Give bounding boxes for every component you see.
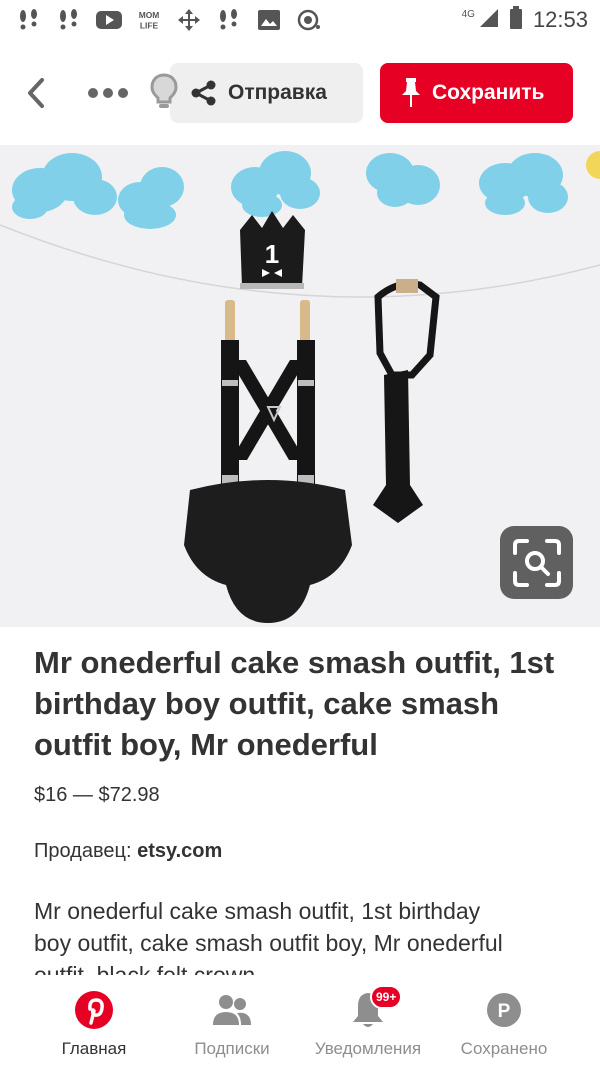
visual-search-button[interactable]: [500, 526, 573, 599]
nav-notifications[interactable]: 99+ Уведомления: [298, 985, 438, 1059]
bottom-navigation: Главная Подписки 99+ Уведомления P Сохра…: [0, 975, 600, 1066]
svg-text:P: P: [498, 1001, 511, 1022]
ellipsis-icon: [88, 88, 128, 98]
youtube-icon: [94, 6, 124, 34]
lightbulb-icon: [150, 73, 178, 108]
pin-title: Mr onederful cake smash outfit, 1st birt…: [34, 645, 555, 762]
more-options-button[interactable]: [84, 76, 132, 110]
back-button[interactable]: [18, 73, 54, 113]
footprints-notification-icon: [14, 6, 44, 34]
status-right: 4G 12:53: [462, 0, 588, 40]
nav-following-label: Подписки: [194, 1039, 270, 1058]
pin-description: Mr onederful cake smash outfit, 1st birt…: [34, 898, 503, 975]
profile-p-icon: P: [482, 989, 526, 1031]
ideas-button[interactable]: [146, 70, 182, 114]
crown-number: 1: [265, 239, 279, 269]
share-icon: [191, 80, 216, 106]
pushpin-icon: [402, 78, 420, 107]
send-button[interactable]: Отправка: [170, 63, 363, 123]
footprints-notification-icon: [214, 6, 244, 34]
signal-icon: [479, 8, 499, 33]
save-label: Сохранить: [432, 81, 545, 104]
nav-home-label: Главная: [61, 1039, 127, 1058]
pin-toolbar: Отправка Сохранить: [0, 40, 600, 145]
price-range: $16 — $72.98: [34, 784, 160, 806]
status-bar: MOM LIFE 4G 12:53: [0, 0, 600, 40]
image-icon: [254, 6, 284, 34]
svg-text:LIFE: LIFE: [140, 20, 159, 30]
move-arrows-icon: [174, 6, 204, 34]
battery-icon: [509, 5, 523, 35]
svg-text:MOM: MOM: [139, 10, 160, 20]
nav-saved-label: Сохранено: [460, 1039, 548, 1058]
chevron-left-icon: [28, 78, 44, 108]
seller-link[interactable]: etsy.com: [137, 840, 222, 862]
notification-badge: 99+: [370, 985, 403, 1009]
seller-label: Продавец:: [34, 840, 132, 862]
people-icon: [210, 989, 254, 1031]
bell-icon: 99+: [346, 985, 403, 1031]
camera-notification-icon: [294, 6, 324, 34]
pinterest-logo-icon: [72, 989, 116, 1031]
network-type: 4G: [461, 8, 475, 20]
nav-following[interactable]: Подписки: [162, 989, 302, 1059]
nav-saved[interactable]: P Сохранено: [434, 989, 574, 1059]
clock: 12:53: [532, 7, 588, 32]
nav-home[interactable]: Главная: [24, 989, 164, 1059]
save-button[interactable]: Сохранить: [380, 63, 573, 123]
felt-crown: 1: [240, 211, 305, 289]
lens-icon: [512, 538, 561, 587]
send-label: Отправка: [228, 81, 327, 104]
mom-life-icon: MOM LIFE: [134, 6, 164, 34]
nav-notifications-label: Уведомления: [314, 1039, 422, 1058]
seller-info: Продавец: etsy.com: [34, 840, 222, 863]
footprints-notification-icon: [54, 6, 84, 34]
